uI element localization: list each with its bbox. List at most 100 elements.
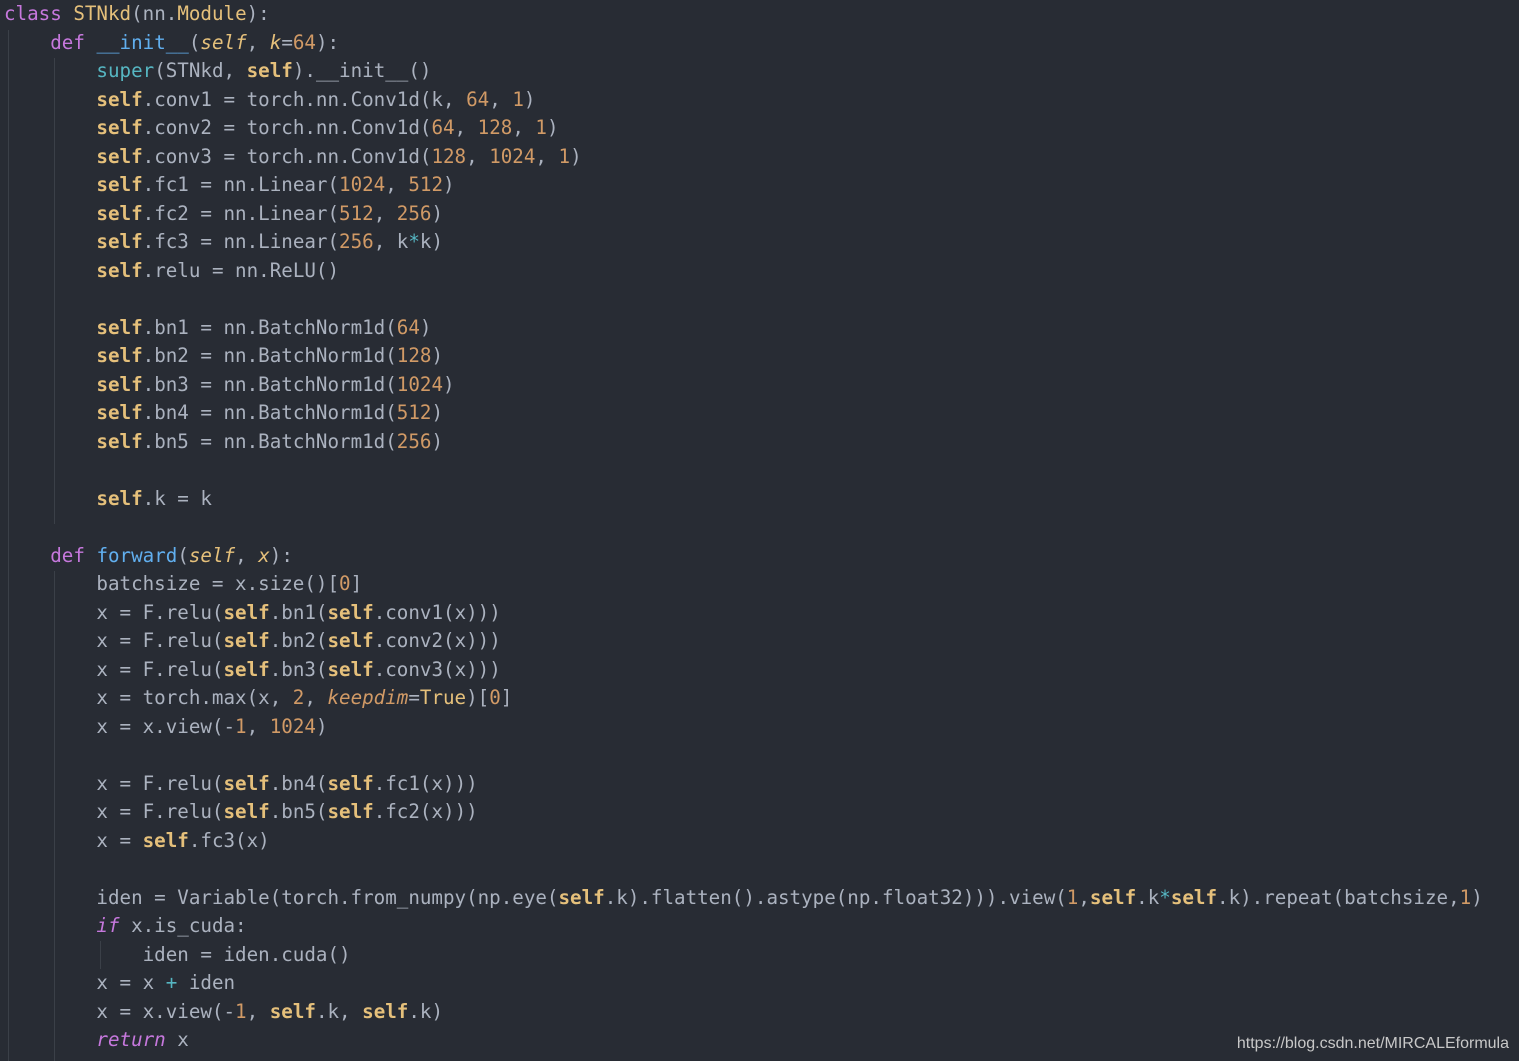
- code-token: ,: [454, 116, 478, 139]
- code-token: ,: [385, 173, 409, 196]
- code-line[interactable]: self.k = k: [4, 485, 1483, 514]
- code-line[interactable]: x = F.relu(self.bn4(self.fc1(x))): [4, 770, 1483, 799]
- code-line[interactable]: x = x.view(-1, 1024): [4, 713, 1483, 742]
- code-token: self: [96, 87, 143, 111]
- code-token: (): [408, 59, 432, 82]
- code-token: 0: [489, 686, 501, 709]
- code-token: ,: [535, 144, 559, 168]
- code-token: 1024: [396, 372, 444, 396]
- code-token: (nn.: [131, 2, 178, 25]
- code-token: k): [419, 230, 444, 253]
- code-line[interactable]: x = F.relu(self.bn2(self.conv2(x))): [4, 627, 1483, 656]
- code-token: )[: [466, 686, 490, 709]
- code-line[interactable]: x = F.relu(self.bn1(self.conv1(x))): [4, 599, 1483, 628]
- code-line[interactable]: def __init__(self, k=64):: [4, 29, 1483, 58]
- code-token: self: [362, 999, 409, 1023]
- code-line[interactable]: ​: [4, 285, 1483, 314]
- code-token: .bn1(: [269, 600, 328, 624]
- code-token: .bn1 = nn.BatchNorm1d(: [142, 315, 397, 339]
- code-line[interactable]: self.relu = nn.ReLU(): [4, 257, 1483, 286]
- code-token: .conv1 = torch.nn.Conv1d(k,: [142, 87, 467, 111]
- code-line[interactable]: self.conv3 = torch.nn.Conv1d(128, 1024, …: [4, 143, 1483, 172]
- code-line[interactable]: x = x + iden: [4, 969, 1483, 998]
- code-line[interactable]: if x.is_cuda:: [4, 912, 1483, 941]
- code-token: 64: [466, 87, 490, 111]
- code-token: self: [1170, 885, 1218, 909]
- code-line[interactable]: ​: [4, 741, 1483, 770]
- code-line[interactable]: x = torch.max(x, 2, keepdim=True)[0]: [4, 684, 1483, 713]
- code-line[interactable]: batchsize = x.size()[0]: [4, 570, 1483, 599]
- code-token: x = F.relu(: [4, 600, 224, 624]
- code-token: ): [431, 401, 444, 424]
- code-token: 1: [558, 144, 571, 168]
- code-line[interactable]: x = x.view(-1, self.k, self.k): [4, 998, 1483, 1027]
- code-editor[interactable]: class STNkd(nn.Module): def __init__(sel…: [0, 0, 1519, 1061]
- code-line[interactable]: self.bn5 = nn.BatchNorm1d(256): [4, 428, 1483, 457]
- code-token: .conv3(x))): [373, 657, 501, 681]
- code-token: self: [200, 30, 247, 54]
- code-token: .k: [1136, 885, 1160, 909]
- code-token: x = F.relu(: [4, 771, 224, 795]
- code-token: 256: [396, 201, 432, 225]
- code-line[interactable]: super(STNkd, self).__init__(): [4, 57, 1483, 86]
- code-token: .bn2(: [269, 629, 328, 652]
- code-line[interactable]: iden = Variable(torch.from_numpy(np.eye(…: [4, 884, 1482, 913]
- code-token: 64: [396, 315, 420, 339]
- code-line[interactable]: self.conv1 = torch.nn.Conv1d(k, 64, 1): [4, 86, 1483, 115]
- code-token: 1: [535, 116, 547, 139]
- code-token: x.is_cuda:: [119, 914, 247, 937]
- code-line[interactable]: self.fc3 = nn.Linear(256, k*k): [4, 228, 1483, 257]
- code-line[interactable]: ​: [4, 855, 1483, 884]
- code-token: iden: [177, 971, 236, 994]
- code-token: ): [443, 372, 455, 396]
- code-token: .fc2(x))): [373, 800, 478, 823]
- code-line[interactable]: self.bn1 = nn.BatchNorm1d(64): [4, 314, 1483, 343]
- code-line[interactable]: x = F.relu(self.bn3(self.conv3(x))): [4, 656, 1483, 685]
- code-line[interactable]: x = self.fc3(x): [4, 827, 1483, 856]
- code-token: ,: [512, 116, 536, 139]
- code-token: ): [431, 201, 444, 225]
- code-token: ): [570, 144, 582, 168]
- code-token: 1024: [269, 714, 316, 738]
- code-token: self: [246, 59, 293, 82]
- code-line[interactable]: self.fc2 = nn.Linear(512, 256): [4, 200, 1483, 229]
- code-token: self: [223, 657, 270, 681]
- code-token: keepdim: [327, 686, 409, 709]
- code-token: .relu = nn.ReLU(): [142, 258, 340, 282]
- code-token: ,: [246, 714, 270, 738]
- code-token: self: [96, 258, 143, 282]
- code-token: .conv2(x))): [373, 629, 501, 652]
- code-line[interactable]: self.conv2 = torch.nn.Conv1d(64, 128, 1): [4, 114, 1483, 143]
- code-line[interactable]: self.bn2 = nn.BatchNorm1d(128): [4, 342, 1483, 371]
- code-token: .fc2 = nn.Linear(: [142, 201, 340, 225]
- code-line[interactable]: x = F.relu(self.bn5(self.fc2(x))): [4, 798, 1483, 827]
- code-token: x = torch.max(x,: [4, 686, 293, 709]
- code-token: 1: [512, 87, 524, 111]
- code-token: self: [96, 173, 143, 196]
- code-token: *: [408, 230, 420, 253]
- code-token: self: [327, 600, 374, 624]
- code-line[interactable]: ​: [4, 456, 1483, 485]
- code-token: __init__: [96, 30, 189, 54]
- code-token: x: [258, 543, 270, 567]
- code-token: .bn2 = nn.BatchNorm1d(: [142, 344, 397, 367]
- code-line[interactable]: self.fc1 = nn.Linear(1024, 512): [4, 171, 1483, 200]
- code-line[interactable]: ​: [4, 513, 1483, 542]
- code-block[interactable]: class STNkd(nn.Module): def __init__(sel…: [4, 0, 1483, 1055]
- code-token: super: [96, 59, 155, 82]
- code-token: .k).repeat(batchsize,: [1217, 885, 1460, 909]
- code-line[interactable]: class STNkd(nn.Module):: [4, 0, 1483, 29]
- code-line[interactable]: def forward(self, x):: [4, 542, 1483, 571]
- code-token: 128: [477, 116, 513, 139]
- code-line[interactable]: self.bn4 = nn.BatchNorm1d(512): [4, 399, 1483, 428]
- code-line[interactable]: self.bn3 = nn.BatchNorm1d(1024): [4, 371, 1483, 400]
- code-line[interactable]: iden = iden.cuda(): [4, 941, 1483, 970]
